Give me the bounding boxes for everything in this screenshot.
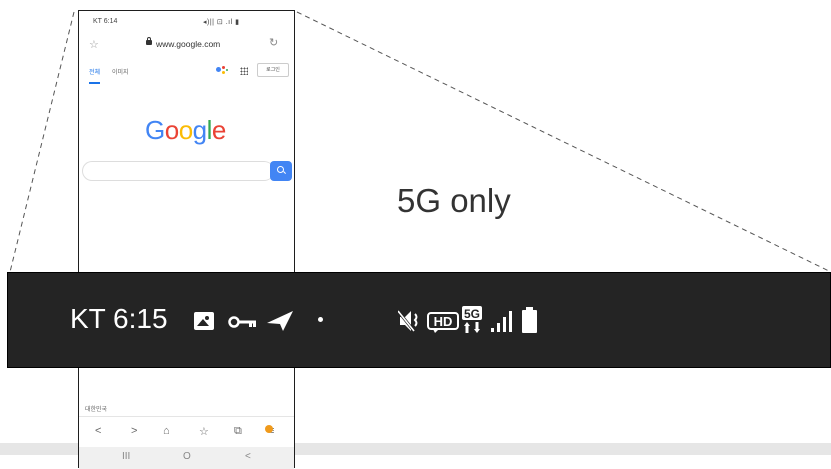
home-icon[interactable]: ⌂	[163, 425, 170, 437]
search-icon	[277, 166, 284, 173]
google-header: 전체 이미지 로그인	[79, 63, 294, 87]
reload-icon[interactable]: ↻	[269, 36, 278, 49]
apps-grid-icon[interactable]	[240, 67, 248, 75]
forward-button[interactable]: >	[131, 425, 137, 437]
logo-letter: g	[192, 115, 207, 145]
dot-icon	[318, 317, 323, 322]
recents-button[interactable]: III	[122, 451, 130, 462]
notification-badge	[265, 425, 273, 433]
5g-icon: 5G	[462, 306, 482, 333]
logo-letter: o	[164, 115, 179, 145]
google-logo: Google	[145, 115, 226, 146]
carrier-time: KT 6:15	[70, 303, 168, 334]
logo-letter: e	[211, 115, 226, 145]
caption-5g-only: 5G only	[397, 182, 511, 219]
url-text[interactable]: www.google.com	[156, 39, 220, 49]
phone-screenshot: KT 6:14 ◂)|| ⊡ .ıl ▮ ☆ www.google.com ↻ …	[78, 10, 295, 469]
home-button[interactable]: O	[183, 451, 191, 462]
network-label: 5G	[464, 307, 480, 321]
hd-label: HD	[434, 314, 453, 329]
hd-voice-icon: HD	[427, 312, 459, 333]
image-icon	[194, 312, 214, 330]
search-button[interactable]	[270, 161, 292, 181]
bookmarks-icon[interactable]: ☆	[199, 425, 209, 438]
search-input[interactable]	[82, 161, 274, 181]
tabs-icon[interactable]: ⧉	[234, 425, 242, 438]
footer-divider	[79, 416, 294, 417]
logo-letter: o	[178, 115, 193, 145]
zoomed-status-bar: KT 6:15 HD 5G	[7, 272, 831, 368]
mute-icon	[398, 310, 418, 332]
google-assistant-icon[interactable]	[216, 66, 228, 74]
system-back-button[interactable]: <	[245, 451, 251, 462]
back-button[interactable]: <	[95, 425, 101, 437]
phone-status-time: KT 6:14	[93, 18, 118, 25]
sign-in-button[interactable]: 로그인	[257, 63, 289, 77]
tab-all[interactable]: 전체	[89, 67, 101, 84]
system-navigation-bar: III O <	[79, 447, 294, 469]
key-icon	[228, 316, 256, 328]
logo-letter: G	[145, 115, 165, 145]
phone-status-icons: ◂)|| ⊡ .ıl ▮	[203, 19, 240, 26]
browser-toolbar: < > ⌂ ☆ ⧉ ≡	[79, 425, 294, 441]
signal-icon	[491, 311, 512, 332]
lock-icon	[146, 37, 152, 45]
tab-images[interactable]: 이미지	[112, 67, 129, 76]
browser-url-bar[interactable]: ☆ www.google.com ↻	[79, 37, 294, 55]
send-icon	[267, 311, 293, 331]
footer-region: 대한민국	[85, 407, 108, 413]
bookmark-star-icon[interactable]: ☆	[89, 38, 99, 51]
battery-icon	[522, 307, 537, 333]
